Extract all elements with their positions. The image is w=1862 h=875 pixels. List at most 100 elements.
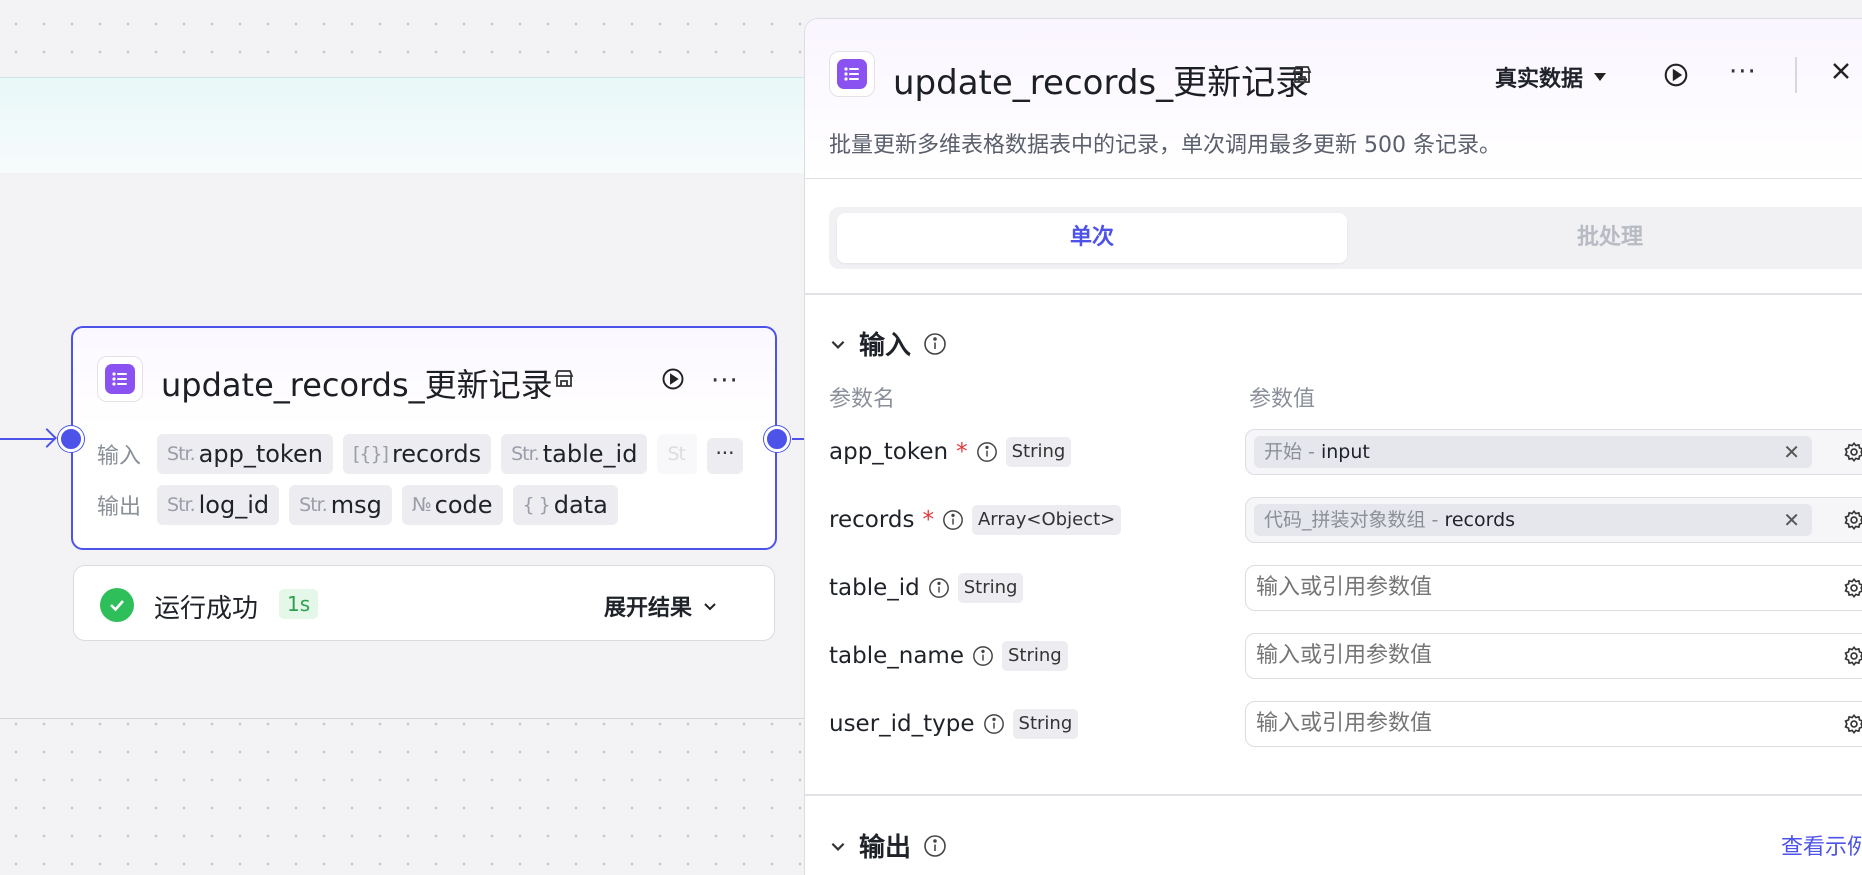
run-icon[interactable] [1663, 62, 1689, 92]
param-value-input[interactable] [1256, 566, 1816, 610]
mode-tabs: 单次 批处理 [829, 207, 1862, 269]
param-app-token: app_token * String [829, 437, 1072, 467]
tab-batch[interactable]: 批处理 [1355, 213, 1862, 263]
success-check-icon [100, 588, 134, 622]
gear-icon[interactable] [1843, 645, 1862, 671]
param-name: table_id [829, 575, 920, 601]
chevron-down-icon [704, 603, 716, 611]
input-port[interactable] [58, 426, 84, 452]
param-value-field[interactable] [1245, 565, 1862, 611]
param-table-id: table_id String [829, 573, 1024, 603]
param-name: user_id_type [829, 711, 975, 737]
run-result-bar: 运行成功 1s 展开结果 [73, 565, 775, 641]
param-value-field[interactable]: 代码_拼装对象数组 - records ✕ [1245, 497, 1862, 543]
divider [805, 293, 1862, 295]
param-type-tag: String [1005, 437, 1072, 467]
param-value-field[interactable]: 开始 - input ✕ [1245, 429, 1862, 475]
node-inputs-row: 输入 Str. app_token [{}] records Str. table_i… [97, 434, 697, 474]
param-value-field[interactable] [1245, 701, 1862, 747]
node-icon [97, 356, 143, 402]
input-tag: Str. table_id [501, 434, 648, 474]
input-section-title: 输入 [859, 331, 912, 361]
input-tag: [{}] records [342, 434, 492, 474]
data-mode-dropdown[interactable]: 真实数据 [1495, 61, 1607, 93]
divider [805, 794, 1862, 796]
panel-description: 批量更新多维表格数据表中的记录，单次调用最多更新 500 条记录。 [829, 133, 1501, 158]
expand-result-label: 展开结果 [604, 596, 693, 621]
workflow-node[interactable]: update_records_更新记录 ··· 输入 Str. app_token… [71, 326, 777, 550]
gear-icon[interactable] [1843, 509, 1862, 535]
node-more-button[interactable]: ··· [711, 366, 739, 396]
reference-pill: 开始 - input ✕ [1254, 436, 1812, 468]
param-name: records [829, 507, 915, 533]
info-icon[interactable] [972, 645, 994, 667]
gear-icon[interactable] [1843, 713, 1862, 739]
param-records: records * Array<Object> [829, 505, 1122, 535]
panel-header: update_records_更新记录 真实数据 ··· 批量更新多维表格数据表… [805, 19, 1862, 179]
output-label: 输出 [97, 495, 142, 520]
output-tag: Str. log_id [157, 485, 280, 525]
output-port[interactable] [764, 426, 790, 452]
param-type-tag: String [1001, 641, 1068, 671]
caret-down-icon [1594, 73, 1607, 81]
col-param-value: 参数值 [1249, 387, 1316, 412]
reference-pill: 代码_拼装对象数组 - records ✕ [1254, 504, 1812, 536]
canvas-band-top [0, 77, 810, 173]
param-user-id-type: user_id_type String [829, 709, 1079, 739]
param-name: app_token [829, 439, 949, 465]
list-icon [837, 59, 867, 89]
info-icon[interactable] [923, 834, 947, 858]
remove-reference-icon[interactable]: ✕ [1783, 436, 1800, 468]
tab-single[interactable]: 单次 [837, 213, 1347, 263]
input-section-header[interactable]: 输入 [829, 325, 947, 362]
store-icon[interactable] [553, 368, 575, 394]
required-mark: * [922, 507, 934, 533]
node-title: update_records_更新记录 [161, 366, 553, 404]
expand-result-button[interactable]: 展开结果 [604, 590, 718, 622]
header-divider [1795, 57, 1797, 93]
info-icon[interactable] [923, 332, 947, 356]
param-type-tag: String [1012, 709, 1079, 739]
gear-icon[interactable] [1843, 577, 1862, 603]
input-tag: Str. app_token [157, 434, 333, 474]
info-icon[interactable] [928, 577, 950, 599]
outgoing-edge [792, 438, 804, 440]
param-type-tag: String [957, 573, 1024, 603]
col-param-name: 参数名 [829, 387, 896, 412]
info-icon[interactable] [942, 509, 964, 531]
param-table-name: table_name String [829, 641, 1068, 671]
input-tag-truncated: St [657, 434, 697, 474]
output-section-title: 输出 [859, 833, 912, 863]
info-icon[interactable] [983, 713, 1005, 735]
run-status: 运行成功 [154, 594, 259, 624]
inputs-more-button[interactable]: ··· [707, 438, 743, 474]
chevron-down-icon [831, 842, 845, 851]
run-icon[interactable] [661, 367, 685, 395]
remove-reference-icon[interactable]: ✕ [1783, 504, 1800, 536]
panel-node-icon [829, 51, 875, 97]
node-outputs-row: 输出 Str. log_id Str. msg № code { } data [97, 485, 618, 525]
panel-title: update_records_更新记录 [893, 63, 1310, 103]
param-type-tag: Array<Object> [971, 505, 1122, 535]
list-icon [105, 364, 135, 394]
panel-more-button[interactable]: ··· [1729, 57, 1757, 87]
output-tag: { } data [512, 485, 618, 525]
param-value-input[interactable] [1256, 634, 1816, 678]
info-icon[interactable] [976, 441, 998, 463]
param-value-input[interactable] [1256, 702, 1816, 746]
required-mark: * [956, 439, 968, 465]
view-example-link[interactable]: 查看示例 [1781, 829, 1862, 861]
param-name: table_name [829, 643, 964, 669]
param-value-field[interactable] [1245, 633, 1862, 679]
data-mode-label: 真实数据 [1495, 67, 1584, 92]
gear-icon[interactable] [1843, 441, 1862, 467]
output-tag: № code [401, 485, 503, 525]
close-icon[interactable] [1829, 59, 1853, 87]
output-tag: Str. msg [289, 485, 392, 525]
run-duration-badge: 1s [279, 589, 319, 619]
chevron-down-icon [831, 340, 845, 349]
store-icon[interactable] [1291, 64, 1313, 90]
node-detail-panel: update_records_更新记录 真实数据 ··· 批量更新多维表格数据表… [804, 18, 1862, 875]
output-section-header[interactable]: 输出 [829, 827, 947, 864]
input-label: 输入 [97, 444, 142, 469]
